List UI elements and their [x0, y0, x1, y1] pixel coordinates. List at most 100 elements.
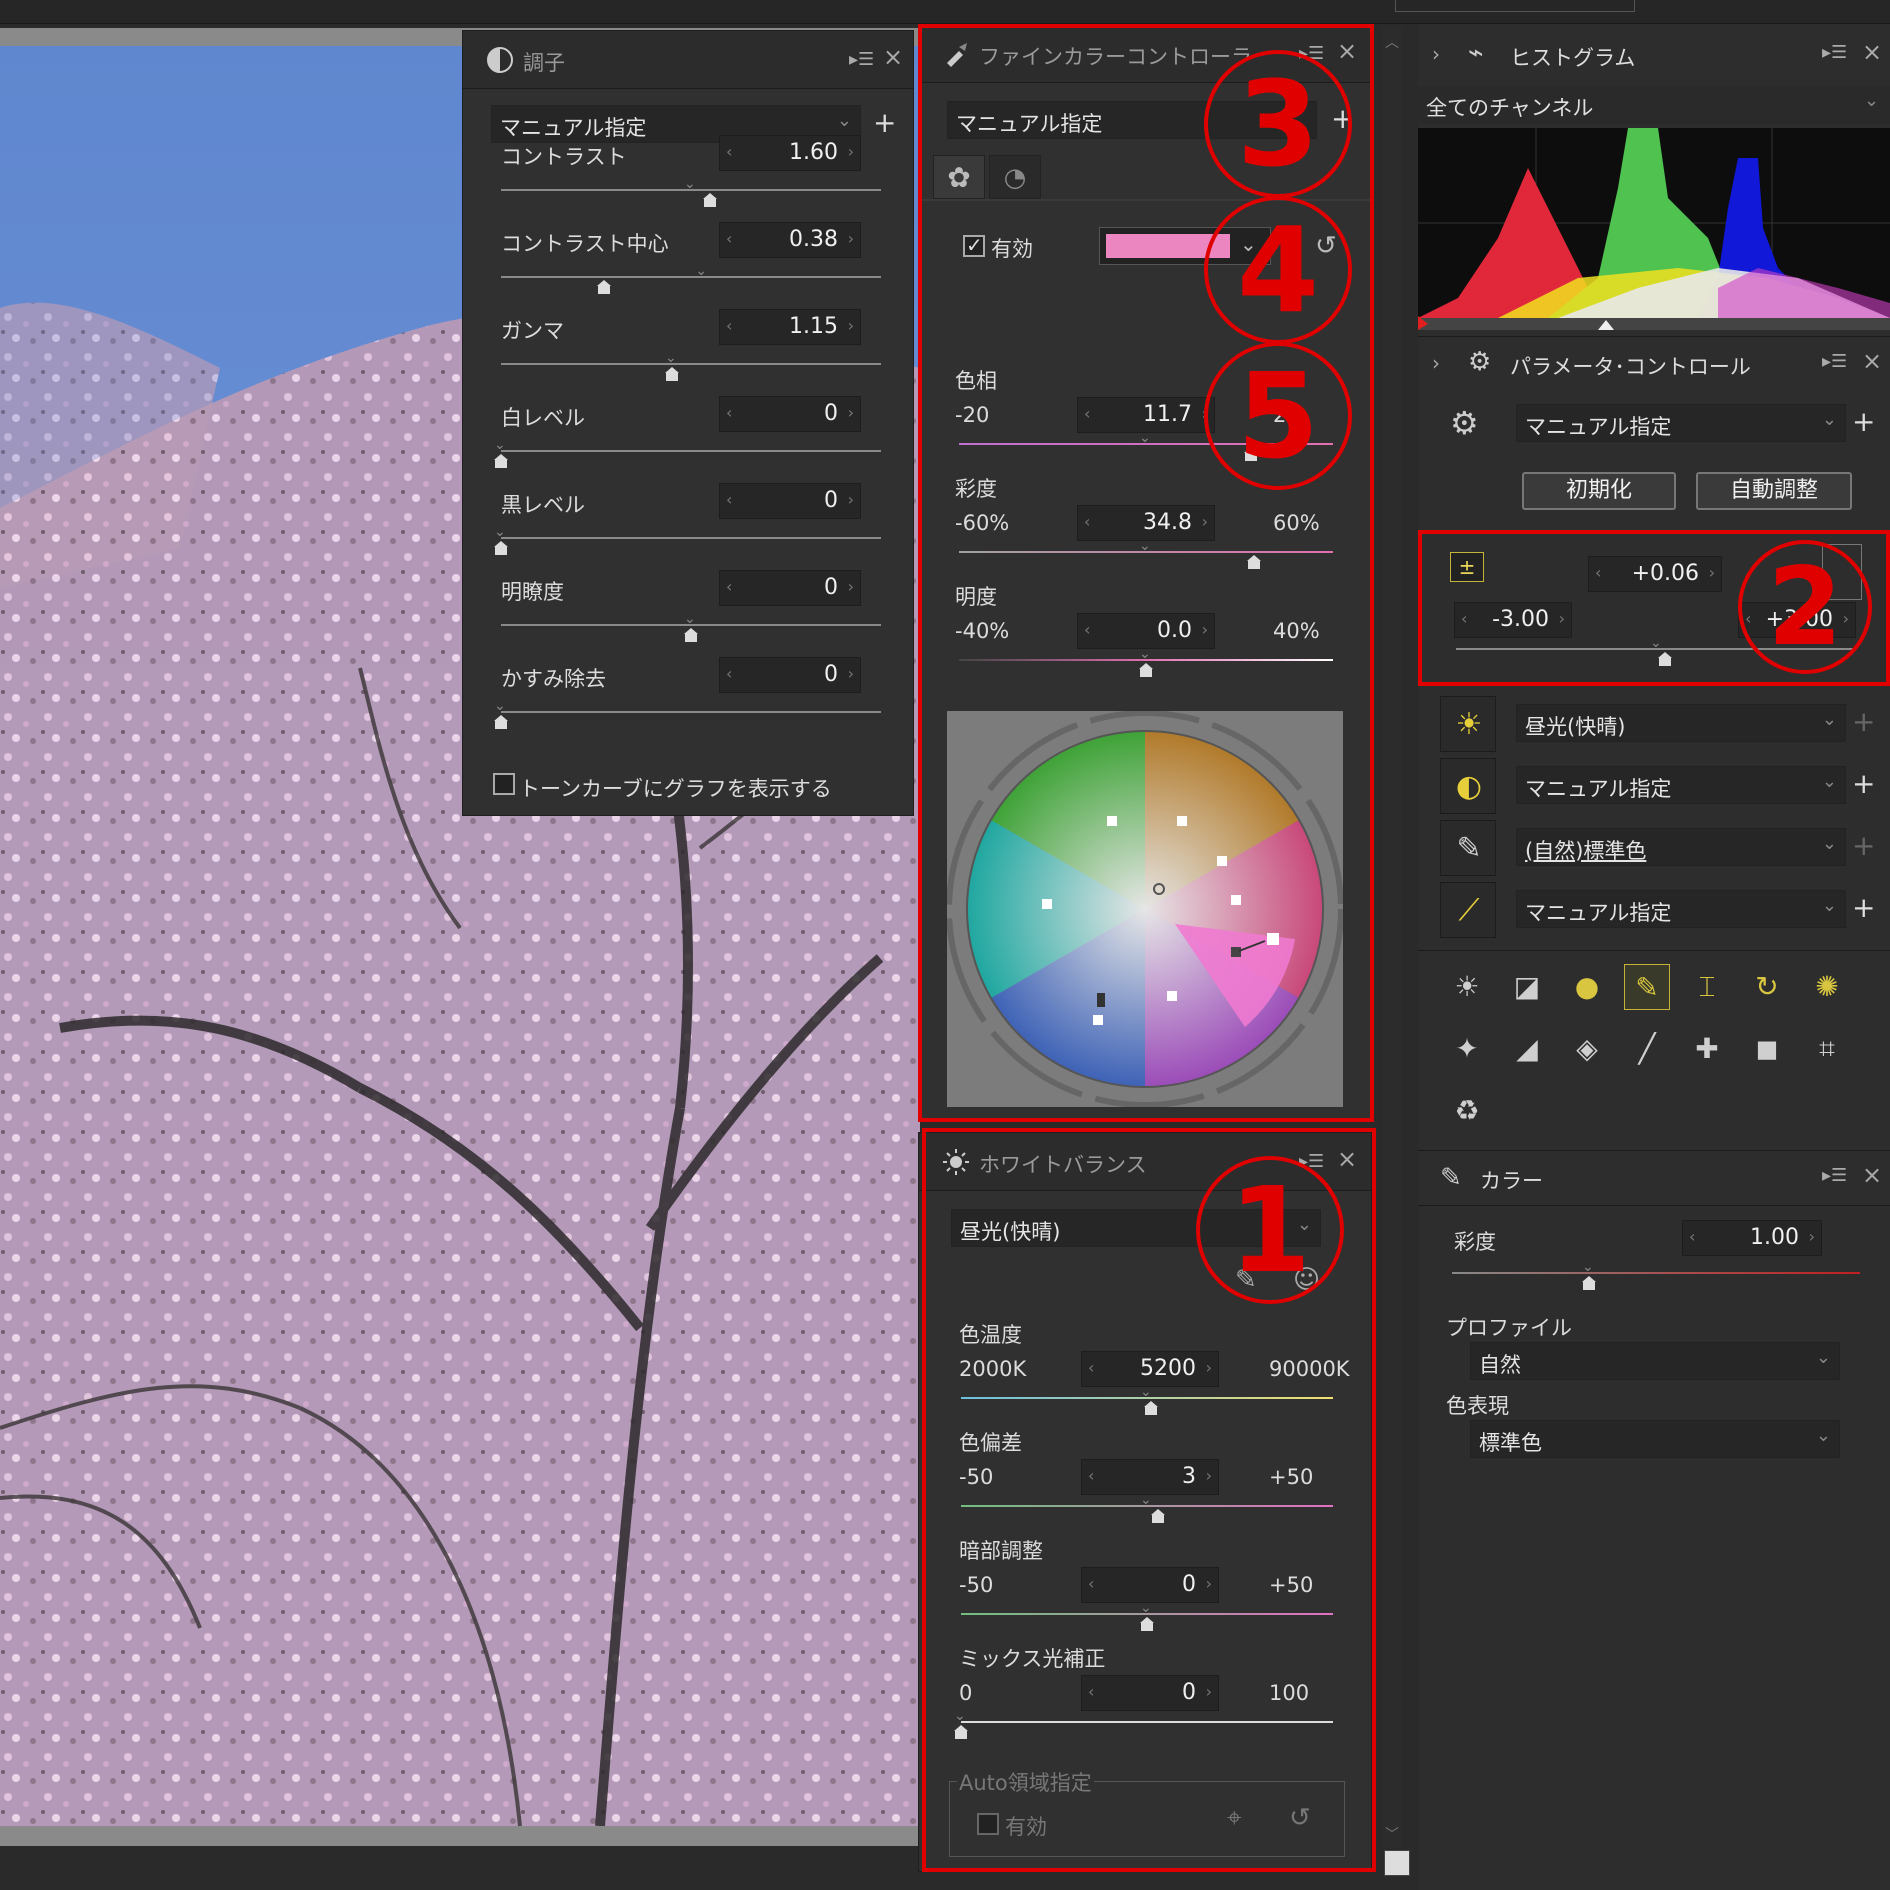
tone-slider-thumb[interactable]: [703, 193, 717, 207]
healing-tool-icon[interactable]: ✚: [1684, 1026, 1730, 1072]
resize-corner-icon[interactable]: [1384, 1850, 1410, 1876]
half-circle-icon: [485, 45, 515, 75]
chevron-down-icon: ⌄: [1815, 1347, 1831, 1368]
tone-slider-thumb[interactable]: [596, 280, 611, 294]
sun-button[interactable]: ☀: [1440, 696, 1496, 752]
panel-menu-icon[interactable]: ▸☰: [1822, 351, 1848, 373]
tone-slider-default-mark: ⌄: [494, 524, 506, 540]
close-icon[interactable]: ×: [881, 45, 905, 69]
noise-tool-icon[interactable]: ✺: [1804, 964, 1850, 1010]
decrement-icon[interactable]: ‹: [726, 403, 732, 422]
crop-tool-icon[interactable]: ⌗: [1804, 1026, 1850, 1072]
tone-slider-spinner[interactable]: ‹ 0 ›: [719, 396, 861, 432]
scroll-down-icon[interactable]: ﹀: [1385, 1824, 1399, 1844]
increment-icon[interactable]: ›: [848, 229, 854, 248]
add-preset-icon[interactable]: +: [873, 109, 896, 137]
add-preset-icon[interactable]: +: [1852, 770, 1875, 798]
increment-icon[interactable]: ›: [848, 142, 854, 161]
decrement-icon[interactable]: ‹: [726, 229, 732, 248]
color-saturation-label: 彩度: [1454, 1230, 1496, 1254]
tone-slider-default-mark: ⌄: [695, 263, 708, 279]
layer-tool-icon[interactable]: ◼: [1744, 1026, 1790, 1072]
lens-tool-icon[interactable]: ●: [1564, 964, 1610, 1010]
add-preset-icon[interactable]: +: [1852, 894, 1875, 922]
param-row-dropdown[interactable]: マニュアル指定 ⌄: [1516, 890, 1846, 928]
tone-curve-checkbox[interactable]: [493, 773, 515, 795]
tone-slider-spinner[interactable]: ‹ 0.38 ›: [719, 222, 861, 258]
retouch-tool-icon[interactable]: ✦: [1444, 1026, 1490, 1072]
eyedropper-icon: ✎: [1456, 831, 1482, 866]
increment-icon[interactable]: ›: [848, 577, 854, 596]
annotation-number-2: 2: [1738, 540, 1872, 674]
color-saturation-thumb[interactable]: [1582, 1276, 1596, 1290]
tone-slider-thumb[interactable]: [684, 628, 698, 642]
wand-button[interactable]: ⟋: [1440, 882, 1496, 938]
decrement-icon[interactable]: ‹: [1689, 1227, 1695, 1246]
color-saturation-center-mark: ⌄: [1582, 1259, 1594, 1275]
param-row-dropdown[interactable]: 昼光(快晴) ⌄: [1516, 704, 1846, 742]
color-saturation-track[interactable]: [1452, 1272, 1860, 1274]
scroll-up-icon[interactable]: ︿: [1385, 32, 1399, 52]
tone-slider-spinner[interactable]: ‹ 0 ›: [719, 483, 861, 519]
increment-icon[interactable]: ›: [848, 664, 854, 683]
chevron-down-icon: ⌄: [1821, 895, 1837, 916]
decrement-icon[interactable]: ‹: [726, 664, 732, 683]
decrement-icon[interactable]: ‹: [726, 490, 732, 509]
param-row-dropdown[interactable]: (自然)標準色 ⌄: [1516, 828, 1846, 866]
tone-slider-track[interactable]: [501, 276, 881, 278]
add-preset-icon[interactable]: +: [1852, 708, 1875, 736]
scrollbar[interactable]: ︿ ﹀: [1382, 28, 1402, 1848]
increment-icon[interactable]: ›: [1809, 1227, 1815, 1246]
tone-slider-thumb[interactable]: [494, 541, 508, 555]
brush-tool-icon[interactable]: ╱: [1624, 1026, 1670, 1072]
decrement-icon[interactable]: ‹: [726, 577, 732, 596]
tone-slider-thumb[interactable]: [494, 454, 508, 468]
panel-menu-icon[interactable]: ▸☰: [849, 49, 875, 71]
tone-curve-tool-icon[interactable]: ◪: [1504, 964, 1550, 1010]
tone-slider-spinner[interactable]: ‹ 0 ›: [719, 657, 861, 693]
recycle-icon[interactable]: ♻: [1444, 1088, 1490, 1134]
close-icon[interactable]: ×: [1860, 1163, 1884, 1187]
gradient-tool-icon[interactable]: ◢: [1504, 1026, 1550, 1072]
tone-slider-spinner[interactable]: ‹ 1.15 ›: [719, 309, 861, 345]
tone-slider-thumb[interactable]: [665, 367, 679, 381]
tone-slider-track[interactable]: [501, 711, 881, 713]
eyedropper-button[interactable]: ✎: [1440, 820, 1496, 876]
tone-slider-thumb[interactable]: [494, 715, 508, 729]
close-icon[interactable]: ×: [1860, 349, 1884, 373]
profile-dropdown[interactable]: 自然 ⌄: [1470, 1342, 1840, 1380]
tone-slider-track[interactable]: [501, 450, 881, 452]
fisheye-tool-icon[interactable]: ◈: [1564, 1026, 1610, 1072]
fine-color-tool-icon[interactable]: ✎: [1624, 964, 1670, 1010]
param-row-dropdown[interactable]: マニュアル指定 ⌄: [1516, 766, 1846, 804]
auto-adjust-button[interactable]: 自動調整: [1696, 472, 1852, 510]
contrast-button[interactable]: ◐: [1440, 758, 1496, 814]
color-saturation-spinner[interactable]: ‹ 1.00 ›: [1682, 1220, 1822, 1256]
tone-slider-spinner[interactable]: ‹ 0 ›: [719, 570, 861, 606]
tone-slider-track[interactable]: [501, 537, 881, 539]
increment-icon[interactable]: ›: [848, 316, 854, 335]
brightness-tool-icon[interactable]: ☀: [1444, 964, 1490, 1010]
reset-button[interactable]: 初期化: [1522, 472, 1676, 510]
tone-slider-value: 0: [824, 401, 838, 426]
color-expression-dropdown[interactable]: 標準色 ⌄: [1470, 1420, 1840, 1458]
tone-slider-track[interactable]: [501, 363, 881, 365]
add-preset-icon[interactable]: +: [1852, 832, 1875, 860]
increment-icon[interactable]: ›: [848, 490, 854, 509]
increment-icon[interactable]: ›: [848, 403, 854, 422]
panel-menu-icon[interactable]: ▸☰: [1822, 1165, 1848, 1187]
top-field[interactable]: [1395, 0, 1635, 12]
perspective-tool-icon[interactable]: ⌶: [1684, 964, 1730, 1010]
close-icon[interactable]: ×: [1860, 40, 1884, 64]
expand-icon[interactable]: ›: [1432, 42, 1440, 66]
param-preset-dropdown[interactable]: マニュアル指定 ⌄: [1516, 404, 1846, 442]
histogram-channel-dropdown[interactable]: 全てのチャンネル ⌄: [1418, 86, 1890, 124]
expand-icon[interactable]: ›: [1432, 351, 1440, 375]
color-saturation-value: 1.00: [1750, 1225, 1799, 1250]
decrement-icon[interactable]: ‹: [726, 142, 732, 161]
decrement-icon[interactable]: ‹: [726, 316, 732, 335]
tone-slider-spinner[interactable]: ‹ 1.60 ›: [719, 135, 861, 171]
add-preset-icon[interactable]: +: [1852, 408, 1875, 436]
rotate-tool-icon[interactable]: ↻: [1744, 964, 1790, 1010]
panel-menu-icon[interactable]: ▸☰: [1822, 42, 1848, 64]
